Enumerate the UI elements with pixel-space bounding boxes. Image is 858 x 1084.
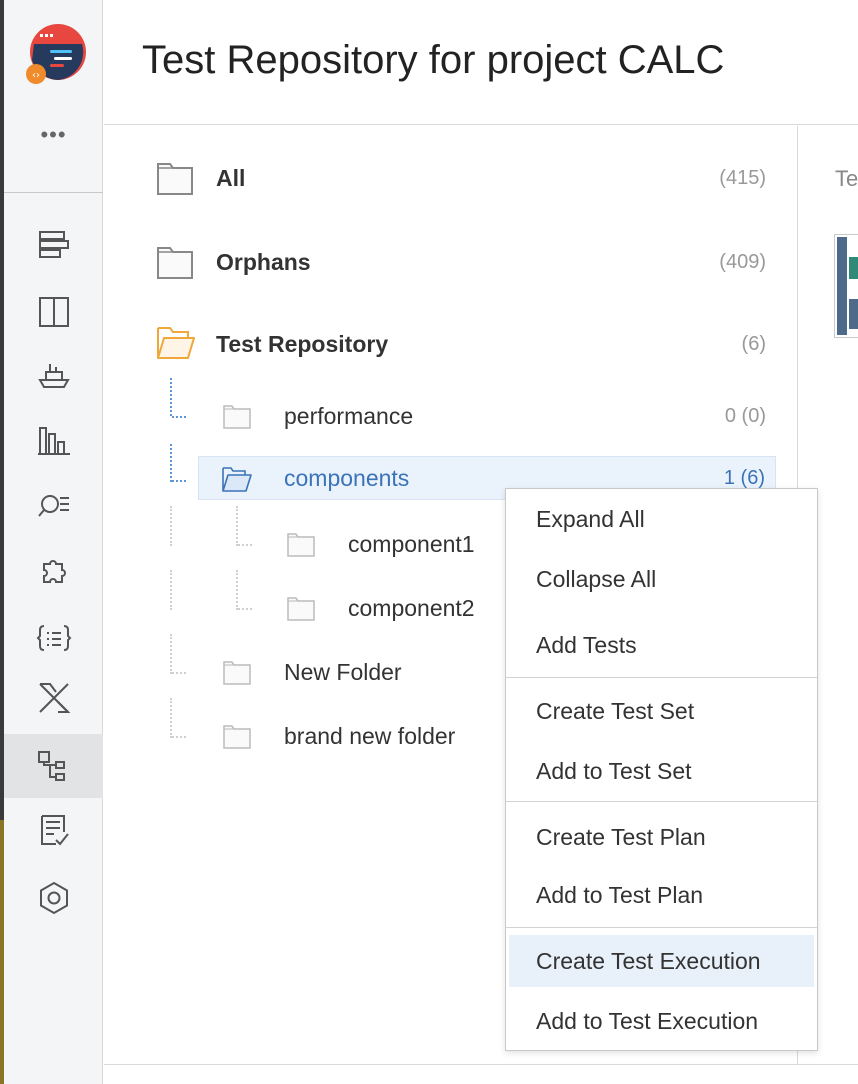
folder-context-menu: Expand All Collapse All Add Tests Create… <box>505 488 818 1051</box>
backlog-icon <box>38 231 69 258</box>
sidebar-item-xray[interactable] <box>4 666 103 730</box>
svg-text:‹›: ‹› <box>32 70 40 81</box>
tree-connector <box>238 544 252 546</box>
settings-icon <box>39 881 68 915</box>
menu-separator <box>506 927 817 928</box>
tree-item-count: 0 (0) <box>724 404 766 427</box>
tree-item-label: All <box>216 164 246 191</box>
tree-item-label: Test Repository <box>216 330 389 357</box>
tree-item-all[interactable]: All (415) <box>156 156 766 200</box>
details-panel-widget[interactable] <box>834 234 858 338</box>
code-icon <box>36 625 71 651</box>
tree-item-count: (409) <box>719 250 766 273</box>
widget-bar <box>837 237 847 335</box>
folder-icon <box>287 597 315 621</box>
tree-item-test-repository[interactable]: Test Repository (6) <box>156 322 766 366</box>
xray-icon <box>38 683 70 713</box>
menu-item-collapse-all[interactable]: Collapse All <box>506 553 817 605</box>
tree-item-brand-new-folder[interactable]: brand new folder <box>222 714 522 758</box>
sidebar-item-reports[interactable] <box>4 408 103 472</box>
tree-connector <box>172 480 186 482</box>
widget-bar <box>849 257 858 279</box>
tree-connector <box>170 506 172 546</box>
folder-icon <box>223 405 251 429</box>
tree-connector <box>170 698 172 738</box>
tree-connector <box>172 736 186 738</box>
folder-icon <box>157 247 193 279</box>
tree-item-performance[interactable]: performance 0 (0) <box>222 394 766 438</box>
sidebar-item-test-repository[interactable] <box>4 734 103 798</box>
menu-item-create-test-set[interactable]: Create Test Set <box>506 685 817 737</box>
board-icon <box>38 297 69 327</box>
tree-connector <box>172 416 186 418</box>
tree-item-label: component1 <box>348 530 475 557</box>
sidebar-item-board[interactable] <box>4 280 103 344</box>
tree-connector <box>170 570 172 610</box>
reports-icon <box>37 427 70 455</box>
tree-item-new-folder[interactable]: New Folder <box>222 650 522 694</box>
menu-separator <box>506 801 817 802</box>
project-logo-icon[interactable]: ‹› <box>26 24 86 84</box>
sidebar: ‹› ••• <box>4 0 103 1084</box>
tree-connector <box>236 506 238 546</box>
menu-item-expand-all[interactable]: Expand All <box>506 493 817 545</box>
tree-connector <box>170 378 172 416</box>
tree-connector <box>236 570 238 610</box>
menu-item-add-tests[interactable]: Add Tests <box>506 619 817 671</box>
menu-separator <box>506 677 817 678</box>
issues-search-icon <box>37 495 69 517</box>
menu-item-add-to-test-execution[interactable]: Add to Test Execution <box>506 995 817 1047</box>
tree-connector <box>170 444 172 482</box>
sidebar-item-code[interactable] <box>4 606 103 670</box>
details-panel-title: Te <box>835 166 858 191</box>
page-title: Test Repository for project CALC <box>142 38 725 82</box>
tree-item-label: component2 <box>348 594 475 621</box>
sidebar-item-issues-search[interactable] <box>4 474 103 538</box>
folder-icon <box>223 725 251 749</box>
tree-item-count: 1 (6) <box>723 466 765 489</box>
sidebar-item-components[interactable] <box>4 540 103 604</box>
test-plans-icon <box>40 815 69 846</box>
page-header: Test Repository for project CALC <box>104 0 858 125</box>
tree-item-label: components <box>284 464 410 491</box>
tree-panel-border <box>104 1064 858 1065</box>
folder-open-icon <box>157 327 195 359</box>
sidebar-item-test-plans[interactable] <box>4 798 103 862</box>
tree-connector <box>170 634 172 674</box>
sidebar-item-settings[interactable] <box>4 866 103 930</box>
menu-item-add-to-test-plan[interactable]: Add to Test Plan <box>506 869 817 921</box>
components-icon <box>42 560 66 583</box>
tree-item-label: Orphans <box>216 248 311 275</box>
folder-icon <box>157 163 193 195</box>
tree-connector <box>238 608 252 610</box>
tree-item-count: (415) <box>719 166 766 189</box>
test-repository-icon <box>37 751 65 781</box>
sidebar-divider <box>4 192 103 193</box>
more-icon[interactable]: ••• <box>4 124 103 146</box>
widget-bar <box>849 299 858 329</box>
folder-open-icon <box>222 467 252 492</box>
menu-item-create-test-execution[interactable]: Create Test Execution <box>509 935 814 987</box>
tree-item-orphans[interactable]: Orphans (409) <box>156 240 766 284</box>
releases-icon <box>37 364 70 388</box>
tree-item-label: New Folder <box>284 658 402 685</box>
menu-item-create-test-plan[interactable]: Create Test Plan <box>506 811 817 863</box>
folder-icon <box>223 661 251 685</box>
tree-item-label: performance <box>284 402 414 429</box>
folder-icon <box>287 533 315 557</box>
menu-item-add-to-test-set[interactable]: Add to Test Set <box>506 745 817 797</box>
tree-item-count: (6) <box>741 332 766 355</box>
tree-connector <box>172 672 186 674</box>
tree-item-label: brand new folder <box>284 722 456 749</box>
sidebar-item-releases[interactable] <box>4 342 103 406</box>
sidebar-item-backlog[interactable] <box>4 212 103 276</box>
